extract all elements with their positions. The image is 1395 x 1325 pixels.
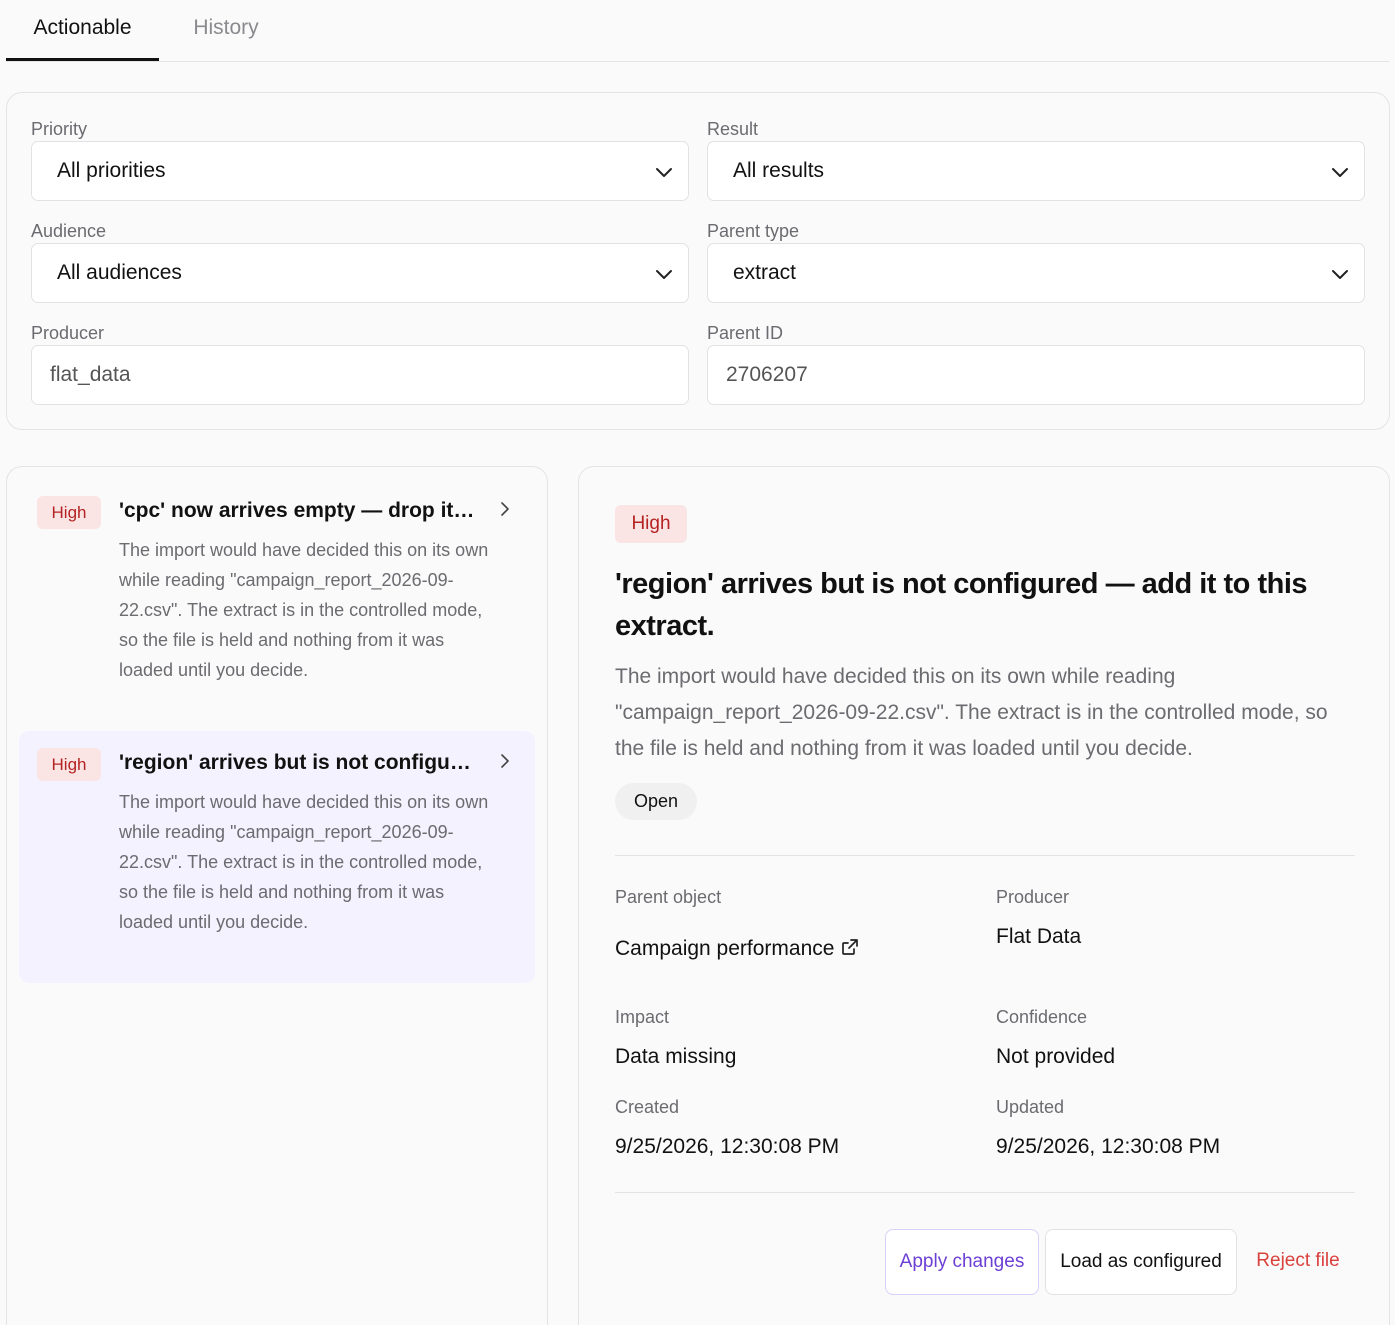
list-item-description: The import would have decided this on it… [119, 540, 489, 680]
issue-list: High 'cpc' now arrives empty — drop it f… [6, 466, 548, 1325]
priority-select[interactable]: All priorities [31, 141, 689, 201]
result-label: Result [707, 119, 759, 139]
detail-description: The import would have decided this on it… [615, 665, 1328, 760]
confidence-label: Confidence [996, 1007, 1088, 1027]
parent-id-input-value: 2706207 [726, 363, 808, 386]
producer-label: Producer [996, 887, 1070, 907]
divider [615, 1192, 1355, 1193]
external-link-icon [842, 939, 859, 955]
result-select-value: All results [733, 159, 825, 182]
list-item-title: 'region' arrives but is not configured —… [119, 751, 479, 774]
producer-input-value: flat_data [50, 363, 131, 386]
producer-value: Flat Data [996, 925, 1082, 948]
producer-input[interactable]: flat_data [31, 345, 689, 405]
updated-label: Updated [996, 1097, 1065, 1117]
apply-changes-button[interactable]: Apply changes [885, 1229, 1039, 1295]
impact-value: Data missing [615, 1045, 737, 1068]
created-value: 9/25/2026, 12:30:08 PM [615, 1135, 840, 1158]
impact-label: Impact [615, 1007, 670, 1027]
priority-badge: High [37, 748, 101, 781]
parent-object-link[interactable]: Campaign performance [615, 937, 860, 961]
parent-object-label: Parent object [615, 887, 722, 907]
tab-history[interactable]: History [166, 0, 286, 61]
chevron-right-icon [501, 754, 509, 768]
load-as-configured-button[interactable]: Load as configured [1045, 1229, 1237, 1295]
chevron-right-icon [501, 502, 509, 516]
result-select[interactable]: All results [707, 141, 1365, 201]
created-label: Created [615, 1097, 680, 1117]
parent-type-select[interactable]: extract [707, 243, 1365, 303]
priority-select-value: All priorities [57, 159, 166, 182]
audience-select-value: All audiences [57, 261, 182, 284]
updated-value: 9/25/2026, 12:30:08 PM [996, 1135, 1221, 1158]
producer-label: Producer [31, 323, 105, 343]
priority-badge: High [37, 496, 101, 529]
audience-label: Audience [31, 221, 107, 241]
filter-panel: Priority All priorities Result All resul… [6, 92, 1390, 430]
status-badge: Open [615, 783, 697, 820]
priority-label: Priority [31, 119, 88, 139]
detail-title: 'region' arrives but is not configured —… [615, 568, 1308, 642]
issue-detail: High 'region' arrives but is not configu… [578, 466, 1390, 1325]
audience-select[interactable]: All audiences [31, 243, 689, 303]
parent-id-label: Parent ID [707, 323, 784, 343]
confidence-value: Not provided [996, 1045, 1116, 1068]
divider [615, 855, 1355, 856]
parent-object-value: Campaign performance [615, 937, 835, 960]
tab-bar: Actionable History [6, 0, 1389, 62]
list-item-title: 'cpc' now arrives empty — drop it from t… [119, 499, 479, 522]
parent-id-input[interactable]: 2706207 [707, 345, 1365, 405]
chevron-down-icon [1332, 168, 1348, 177]
chevron-down-icon [656, 168, 672, 177]
parent-type-label: Parent type [707, 221, 800, 241]
chevron-down-icon [1332, 270, 1348, 279]
tab-actionable[interactable]: Actionable [6, 0, 159, 61]
parent-type-select-value: extract [733, 261, 797, 284]
list-item-selected[interactable]: High 'region' arrives but is not configu… [19, 731, 535, 983]
list-item[interactable]: High 'cpc' now arrives empty — drop it f… [19, 479, 535, 719]
list-item-description: The import would have decided this on it… [119, 792, 489, 932]
chevron-down-icon [656, 270, 672, 279]
priority-badge: High [615, 505, 687, 543]
reject-file-button[interactable]: Reject file [1243, 1229, 1353, 1295]
